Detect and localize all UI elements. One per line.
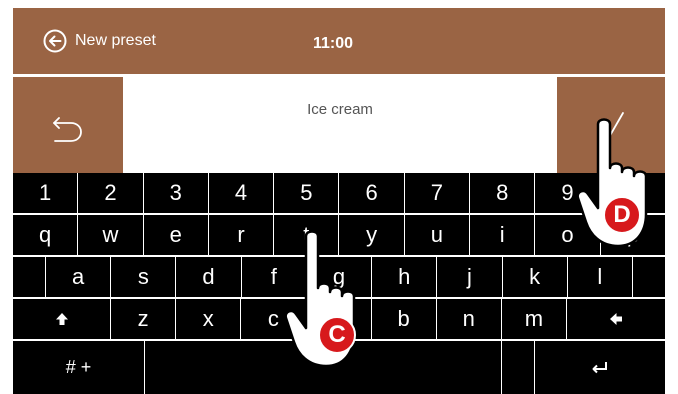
preset-name-field[interactable]: Ice cream	[123, 77, 557, 173]
key[interactable]: u	[405, 215, 471, 255]
shift-key[interactable]	[13, 299, 111, 339]
key[interactable]: q	[13, 215, 79, 255]
key[interactable]: 6	[339, 173, 405, 213]
key[interactable]: r	[209, 215, 275, 255]
pointing-hand-icon	[576, 118, 648, 248]
preset-name-value: Ice cream	[307, 101, 373, 118]
key[interactable]: x	[176, 299, 242, 339]
top-bar: New preset 11:00	[13, 8, 665, 74]
key[interactable]: 5	[274, 173, 340, 213]
page-title: New preset	[75, 32, 156, 49]
symbols-key[interactable]: # +	[13, 341, 145, 394]
back-circle-icon[interactable]	[43, 29, 67, 53]
annotation-badge-c: C	[318, 316, 356, 354]
keyboard-row-numbers: 1 2 3 4 5 6 7 8 9 0	[13, 173, 665, 213]
key[interactable]: 8	[470, 173, 536, 213]
annotation-badge-d: D	[603, 196, 641, 234]
key[interactable]: e	[144, 215, 209, 255]
key[interactable]: j	[437, 257, 503, 297]
key[interactable]: n	[437, 299, 502, 339]
key[interactable]: w	[78, 215, 144, 255]
undo-button[interactable]	[13, 77, 123, 173]
enter-key[interactable]	[535, 341, 665, 394]
key[interactable]: 7	[405, 173, 471, 213]
key[interactable]: h	[372, 257, 438, 297]
key[interactable]: i	[470, 215, 536, 255]
key[interactable]: l	[568, 257, 633, 297]
key[interactable]: m	[502, 299, 567, 339]
key[interactable]: 1	[13, 173, 79, 213]
key[interactable]: 2	[78, 173, 144, 213]
clock: 11:00	[313, 35, 354, 52]
keyboard-blank-key[interactable]	[502, 341, 535, 394]
shift-icon	[55, 313, 68, 325]
key[interactable]: b	[372, 299, 437, 339]
key[interactable]: a	[45, 257, 112, 297]
key[interactable]: s	[111, 257, 177, 297]
key[interactable]: 4	[209, 173, 275, 213]
key[interactable]: z	[111, 299, 177, 339]
enter-icon	[592, 361, 607, 373]
key[interactable]: k	[503, 257, 568, 297]
undo-icon	[53, 117, 82, 142]
pointing-hand-icon	[284, 230, 356, 368]
key[interactable]: d	[176, 257, 242, 297]
backspace-icon	[609, 313, 622, 325]
backspace-key[interactable]	[567, 299, 665, 339]
key[interactable]: 3	[144, 173, 209, 213]
